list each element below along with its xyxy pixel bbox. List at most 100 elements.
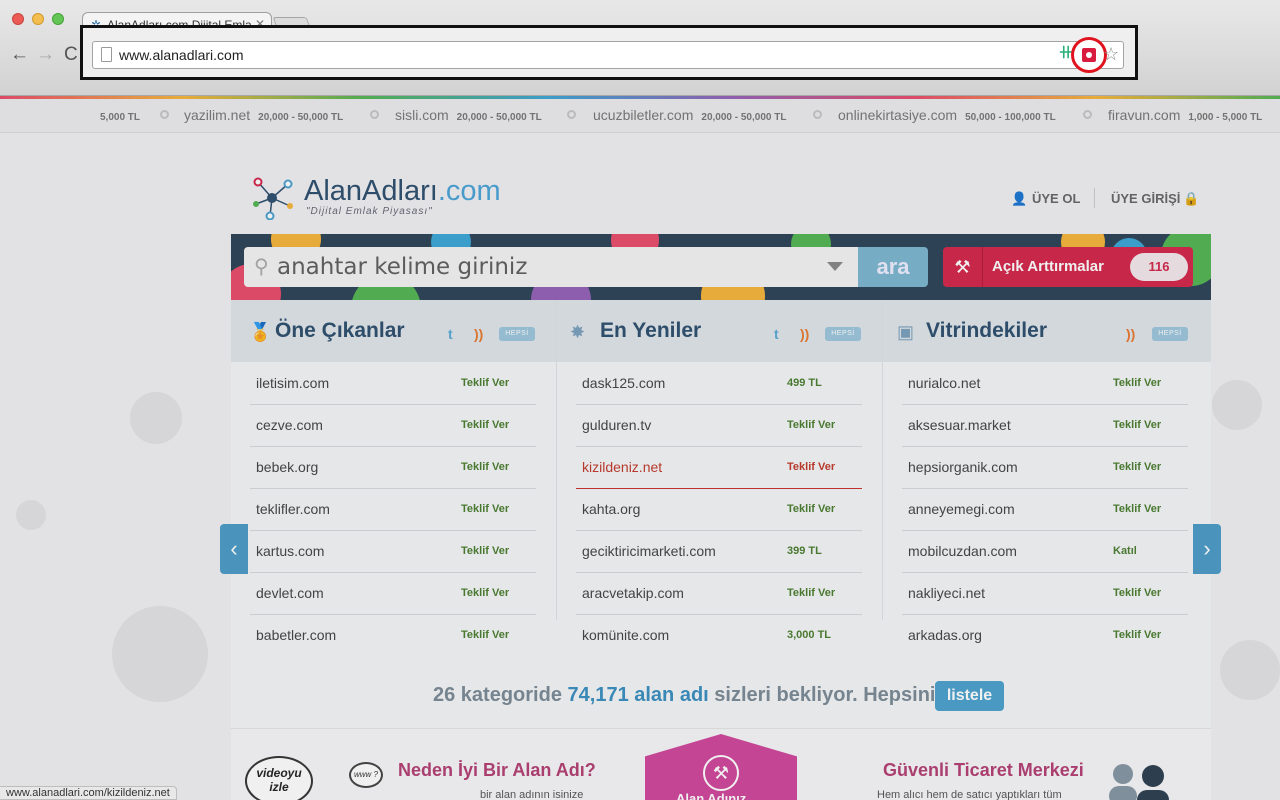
domain-row[interactable]: nakliyeci.net Teklif Ver [902, 573, 1188, 615]
carousel-next-button[interactable]: › [1193, 524, 1221, 574]
why-good-domain-title[interactable]: Neden İyi Bir Alan Adı? [398, 760, 596, 781]
offer-link[interactable]: Teklif Ver [461, 419, 509, 431]
domain-link[interactable]: hepsiorganik.com [908, 459, 1018, 475]
close-window-button[interactable] [12, 13, 24, 25]
view-all-newest-button[interactable]: HEPSİ [825, 327, 861, 341]
domain-row[interactable]: arkadas.org Teklif Ver [902, 615, 1188, 657]
ticker-item[interactable]: sisli.com 20,000 - 50,000 TL [395, 107, 542, 125]
offer-link[interactable]: Teklif Ver [1113, 419, 1161, 431]
search-field[interactable]: ⚲ [244, 247, 858, 287]
view-all-showcase-button[interactable]: HEPSİ [1152, 327, 1188, 341]
search-input[interactable] [277, 253, 817, 281]
domain-link[interactable]: cezve.com [256, 417, 323, 433]
domain-link[interactable]: kartus.com [256, 543, 324, 559]
domain-row[interactable]: kahta.org Teklif Ver [576, 489, 862, 531]
domain-row[interactable]: kizildeniz.net Teklif Ver [576, 447, 862, 489]
domain-row[interactable]: komünite.com 3,000 TL [576, 615, 862, 657]
offer-link[interactable]: Teklif Ver [1113, 461, 1161, 473]
offer-link[interactable]: Teklif Ver [461, 629, 509, 641]
offer-link[interactable]: 399 TL [787, 545, 822, 557]
offer-link[interactable]: Teklif Ver [461, 503, 509, 515]
domain-row[interactable]: cezve.com Teklif Ver [250, 405, 536, 447]
open-auctions-button[interactable]: ⚒ Açık Arttırmalar 116 [943, 247, 1193, 287]
ticker-domain[interactable]: onlinekirtasiye.com [838, 107, 957, 123]
domain-link[interactable]: komünite.com [582, 627, 669, 643]
domain-row[interactable]: aksesuar.market Teklif Ver [902, 405, 1188, 447]
offer-link[interactable]: Teklif Ver [1113, 629, 1161, 641]
domain-link[interactable]: nakliyeci.net [908, 585, 985, 601]
domain-link[interactable]: aracvetakip.com [582, 585, 684, 601]
domain-link[interactable]: nurialco.net [908, 375, 980, 391]
domain-row[interactable]: aracvetakip.com Teklif Ver [576, 573, 862, 615]
forward-button[interactable]: → [36, 44, 55, 66]
login-link[interactable]: ÜYE GİRİŞİ [1111, 191, 1180, 206]
view-all-featured-button[interactable]: HEPSİ [499, 327, 535, 341]
bookmark-star-icon[interactable]: ☆ [1103, 44, 1119, 65]
domain-link[interactable]: geciktiricimarketi.com [582, 543, 716, 559]
offer-link[interactable]: Teklif Ver [461, 587, 509, 599]
domain-row[interactable]: nurialco.net Teklif Ver [902, 363, 1188, 405]
domain-link[interactable]: bebek.org [256, 459, 318, 475]
domain-link[interactable]: dask125.com [582, 375, 665, 391]
reload-button[interactable]: C [64, 44, 78, 66]
offer-link[interactable]: Teklif Ver [1113, 503, 1161, 515]
zoom-window-button[interactable] [52, 13, 64, 25]
domain-row[interactable]: anneyemegi.com Teklif Ver [902, 489, 1188, 531]
domain-row[interactable]: kartus.com Teklif Ver [250, 531, 536, 573]
rss-icon[interactable]: )) [474, 326, 483, 342]
offer-link[interactable]: Teklif Ver [787, 419, 835, 431]
extension-settings-button[interactable] [1071, 37, 1107, 73]
domain-row[interactable]: mobilcuzdan.com Katıl [902, 531, 1188, 573]
domain-row[interactable]: iletisim.com Teklif Ver [250, 363, 536, 405]
offer-link[interactable]: 3,000 TL [787, 629, 831, 641]
domain-link[interactable]: gulduren.tv [582, 417, 651, 433]
minimize-window-button[interactable] [32, 13, 44, 25]
rss-icon[interactable]: )) [1126, 326, 1135, 342]
search-button[interactable]: ara [858, 247, 928, 287]
domain-link[interactable]: arkadas.org [908, 627, 982, 643]
video-bubble[interactable]: videoyu izle [245, 756, 313, 800]
offer-link[interactable]: Teklif Ver [461, 461, 509, 473]
offer-link[interactable]: Teklif Ver [787, 503, 835, 515]
chevron-down-icon[interactable] [827, 262, 843, 271]
domain-row[interactable]: gulduren.tv Teklif Ver [576, 405, 862, 447]
ticker-item[interactable]: firavun.com 1,000 - 5,000 TL [1108, 107, 1262, 125]
domain-link[interactable]: kizildeniz.net [582, 459, 662, 475]
domain-row[interactable]: teklifler.com Teklif Ver [250, 489, 536, 531]
domain-link[interactable]: iletisim.com [256, 375, 329, 391]
offer-link[interactable]: 499 TL [787, 377, 822, 389]
offer-link[interactable]: Katıl [1113, 545, 1137, 557]
domain-link[interactable]: anneyemegi.com [908, 501, 1015, 517]
domain-row[interactable]: devlet.com Teklif Ver [250, 573, 536, 615]
ticker-domain[interactable]: firavun.com [1108, 107, 1180, 123]
ticker-item[interactable]: 5,000 TL [100, 107, 140, 125]
secure-trade-title[interactable]: Güvenli Ticaret Merkezi [883, 760, 1084, 781]
domain-link[interactable]: teklifler.com [256, 501, 330, 517]
twitter-icon[interactable]: t [774, 326, 779, 342]
offer-link[interactable]: Teklif Ver [461, 377, 509, 389]
domain-link[interactable]: babetler.com [256, 627, 336, 643]
logo-wordmark[interactable]: AlanAdları.com [304, 175, 501, 208]
carousel-prev-button[interactable]: ‹ [220, 524, 248, 574]
offer-link[interactable]: Teklif Ver [787, 461, 835, 473]
domain-link[interactable]: devlet.com [256, 585, 324, 601]
ticker-domain[interactable]: ucuzbiletler.com [593, 107, 693, 123]
register-link[interactable]: ÜYE OL [1032, 191, 1080, 206]
ticker-domain[interactable]: yazilim.net [184, 107, 250, 123]
offer-link[interactable]: Teklif Ver [1113, 587, 1161, 599]
back-button[interactable]: ← [10, 44, 29, 66]
address-bar[interactable]: www.alanadlari.com ꔠ ☆ [92, 37, 1124, 73]
domain-row[interactable]: dask125.com 499 TL [576, 363, 862, 405]
twitter-icon[interactable]: t [448, 326, 453, 342]
list-all-button[interactable]: listele [935, 681, 1004, 711]
offer-link[interactable]: Teklif Ver [1113, 377, 1161, 389]
domain-link[interactable]: mobilcuzdan.com [908, 543, 1017, 559]
url-text[interactable]: www.alanadlari.com [119, 47, 244, 63]
offer-link[interactable]: Teklif Ver [461, 545, 509, 557]
domain-link[interactable]: aksesuar.market [908, 417, 1011, 433]
domain-row[interactable]: bebek.org Teklif Ver [250, 447, 536, 489]
domain-row[interactable]: hepsiorganik.com Teklif Ver [902, 447, 1188, 489]
domain-row[interactable]: geciktiricimarketi.com 399 TL [576, 531, 862, 573]
offer-link[interactable]: Teklif Ver [787, 587, 835, 599]
domain-link[interactable]: kahta.org [582, 501, 640, 517]
